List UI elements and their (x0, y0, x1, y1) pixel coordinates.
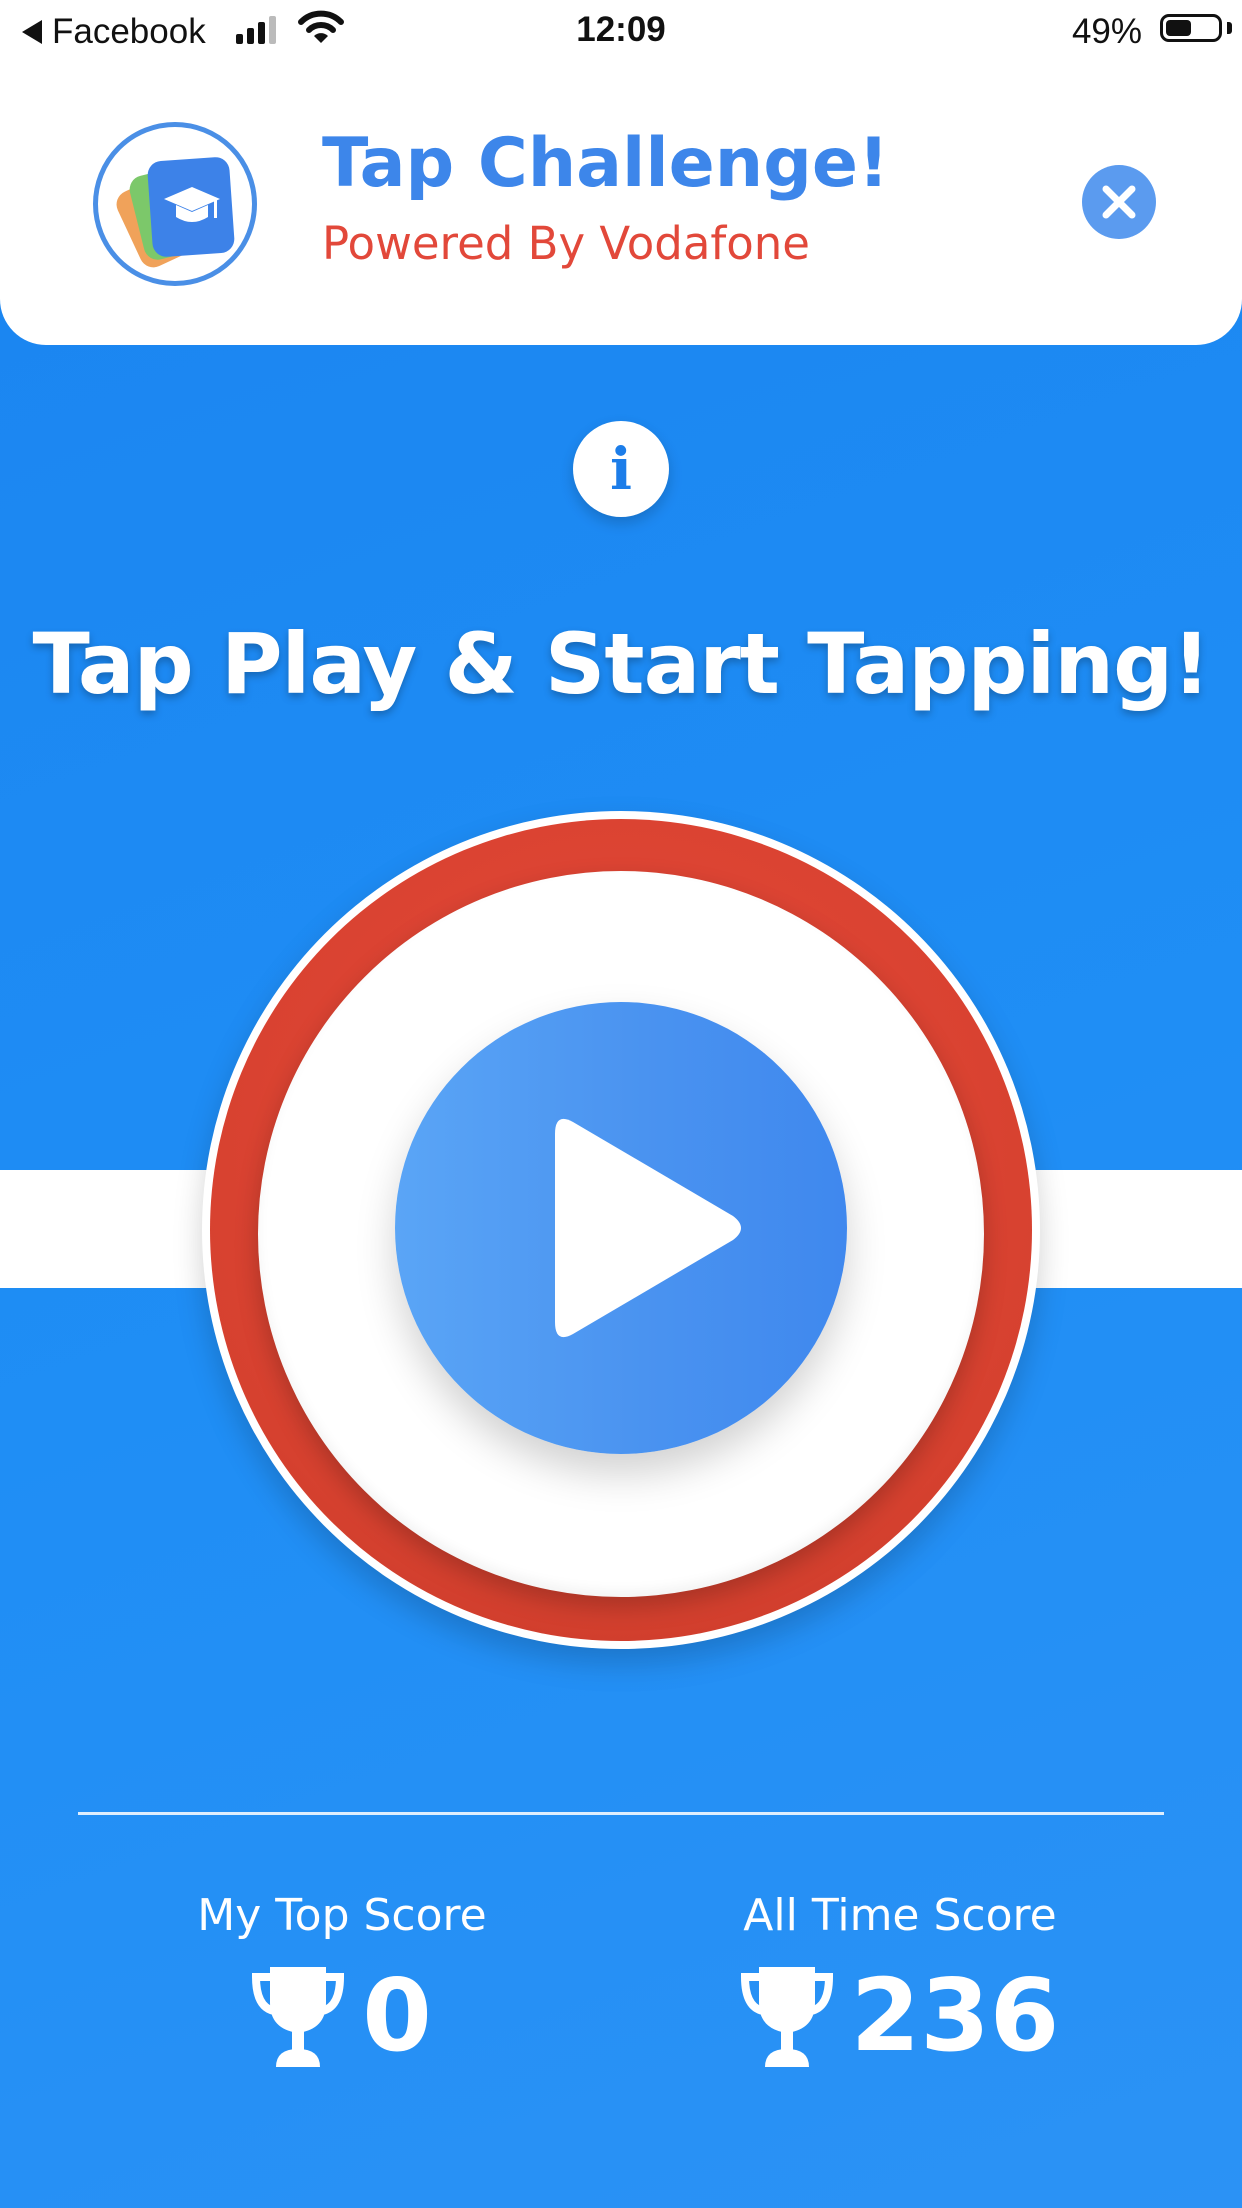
my-top-score: My Top Score 0 (62, 1890, 622, 2069)
app-subtitle: Powered By Vodafone (322, 217, 810, 270)
trophy-icon (252, 1967, 345, 2067)
all-time-score-label: All Time Score (743, 1890, 1057, 1941)
battery-level-fill (1166, 20, 1191, 36)
play-icon (555, 1118, 741, 1338)
battery-percent: 49% (1071, 12, 1142, 51)
divider (78, 1812, 1164, 1815)
instruction-heading: Tap Play & Start Tapping! (32, 615, 1210, 713)
info-icon: i (609, 435, 633, 503)
battery-icon (1160, 14, 1222, 42)
my-top-score-value: 0 (362, 1957, 432, 2074)
all-time-score: All Time Score 236 (620, 1890, 1180, 2069)
trophy-icon (740, 1967, 833, 2067)
close-icon (1102, 185, 1136, 219)
info-button[interactable]: i (573, 421, 669, 517)
all-time-score-value: 236 (850, 1957, 1060, 2074)
app-title: Tap Challenge! (322, 124, 890, 203)
header-card: Tap Challenge! Powered By Vodafone (0, 62, 1242, 345)
status-bar: Facebook 12:09 49% (0, 0, 1242, 62)
app-logo (93, 122, 257, 286)
graduation-cap-icon (164, 187, 220, 222)
play-button[interactable] (395, 1002, 847, 1454)
close-button[interactable] (1082, 165, 1156, 239)
status-time: 12:09 (576, 10, 666, 49)
my-top-score-label: My Top Score (197, 1890, 487, 1941)
battery-cap (1227, 22, 1232, 34)
